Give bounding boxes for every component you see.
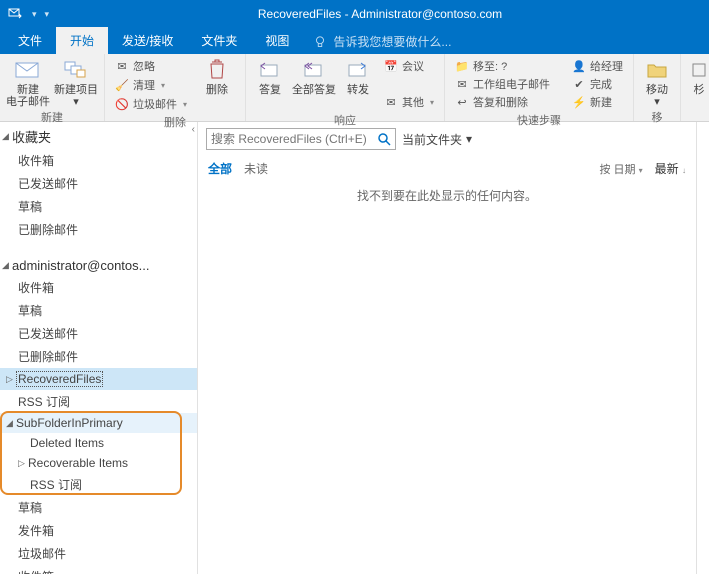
favorites-header[interactable]: ◢收藏夹 [0,124,197,149]
new-items-icon [62,58,90,82]
tag-button[interactable]: 杉 [687,56,709,96]
replyall-icon [300,58,328,82]
search-box[interactable] [206,128,396,150]
search-input[interactable] [211,132,377,146]
collapse-nav-icon[interactable]: ‹ [192,124,195,135]
ribbon-group-move: 移动▾ 移 [634,54,681,121]
tell-me[interactable]: 告诉我您想要做什么... [313,33,451,54]
lightbulb-icon [313,35,327,49]
replyall-button[interactable]: 全部答复 [292,56,336,96]
search-scope[interactable]: 当前文件夹▾ [402,131,472,148]
replydel-icon: ↩ [455,95,469,109]
delete-button[interactable]: 删除 [195,56,239,96]
ribbon-group-new: 新建 电子邮件 新建项目▾ 新建 [0,54,105,121]
new-email-button[interactable]: 新建 电子邮件 [6,56,50,108]
move-button[interactable]: 移动▾ [640,56,674,108]
acct-inbox2[interactable]: 收件箱 [0,565,197,574]
acct-deleted[interactable]: 已删除邮件 [0,345,197,368]
acct-inbox[interactable]: 收件箱 [0,276,197,299]
qs-replydel[interactable]: ↩答复和删除 [451,93,554,111]
reply-button[interactable]: 答复 [252,56,288,96]
ribbon-group-delete: ✉忽略 🧹清理▾ 🚫垃圾邮件▾ 删除 删除 [105,54,246,121]
chevron-down-icon: ▾ [466,132,472,146]
more-respond-button[interactable]: ✉其他▾ [380,93,438,111]
tab-file[interactable]: 文件 [4,27,56,54]
search-icon[interactable] [377,132,391,146]
ribbon-tabs: 文件 开始 发送/接收 文件夹 视图 告诉我您想要做什么... [0,28,709,54]
filter-unread[interactable]: 未读 [244,160,268,177]
ignore-button[interactable]: ✉忽略 [111,57,191,75]
ribbon: 新建 电子邮件 新建项目▾ 新建 ✉忽略 🧹清理▾ 🚫垃圾邮件▾ 删除 删除 [0,54,709,122]
new-items-button[interactable]: 新建项目▾ [54,56,98,108]
sub-recoverable[interactable]: ▷Recoverable Items [0,453,197,473]
junk-icon: 🚫 [115,97,129,111]
junk-button[interactable]: 🚫垃圾邮件▾ [111,95,191,113]
move-folder-icon [643,58,671,82]
moveto-icon: 📁 [455,59,469,73]
reply-icon [256,58,284,82]
qat-sendall-icon[interactable] [6,5,24,23]
delete-icon [203,58,231,82]
fav-drafts[interactable]: 草稿 [0,195,197,218]
tab-home[interactable]: 开始 [56,27,108,54]
acct-sent[interactable]: 已发送邮件 [0,322,197,345]
ribbon-group-tags: 杉 [681,54,709,121]
ribbon-group-quicksteps: 📁移至: ? 👤给经理 ✉工作组电子邮件 ✔完成 ↩答复和删除 ⚡新建 快速步骤 [445,54,634,121]
sort-by-label[interactable]: 按 日期 ▾ [600,161,643,177]
filter-bar: 全部 未读 按 日期 ▾ 最新 ↓ [198,156,696,181]
acct-drafts[interactable]: 草稿 [0,299,197,322]
undo-dropdown-icon[interactable]: ▾ [45,9,50,20]
acct-subfolder[interactable]: ◢SubFolderInPrimary [0,413,197,433]
fav-deleted[interactable]: 已删除邮件 [0,218,197,241]
more-icon: ✉ [384,95,398,109]
cleanup-icon: 🧹 [115,78,129,92]
qat-dropdown-icon[interactable]: ▾ [32,9,37,20]
acct-junk[interactable]: 垃圾邮件 [0,542,197,565]
message-list-pane: 当前文件夹▾ 全部 未读 按 日期 ▾ 最新 ↓ 找不到要在此处显示的任何内容。 [198,122,697,574]
forward-button[interactable]: 转发 [340,56,376,96]
qs-done[interactable]: ✔完成 [568,75,627,93]
fav-inbox[interactable]: 收件箱 [0,149,197,172]
workspace: ‹ ◢收藏夹 收件箱 已发送邮件 草稿 已删除邮件 ◢administrator… [0,122,709,574]
lightning-icon: ⚡ [572,95,586,109]
meeting-button[interactable]: 📅会议 [380,57,438,75]
search-bar: 当前文件夹▾ [198,122,696,156]
empty-message: 找不到要在此处显示的任何内容。 [198,181,696,210]
team-icon: ✉ [455,77,469,91]
done-icon: ✔ [572,77,586,91]
qs-create[interactable]: ⚡新建 [568,93,627,111]
sort-order[interactable]: 最新 ↓ [655,160,686,177]
forward-icon [344,58,372,82]
tag-icon [685,58,709,82]
qs-teamemail[interactable]: ✉工作组电子邮件 [451,75,554,93]
account-header[interactable]: ◢administrator@contos... [0,255,197,276]
window-title: RecoveredFiles - Administrator@contoso.c… [57,7,703,21]
acct-rss[interactable]: RSS 订阅 [0,390,197,413]
folder-pane[interactable]: ‹ ◢收藏夹 收件箱 已发送邮件 草稿 已删除邮件 ◢administrator… [0,122,198,574]
filter-all[interactable]: 全部 [208,160,232,177]
qs-manager[interactable]: 👤给经理 [568,57,627,75]
manager-icon: 👤 [572,59,586,73]
meeting-icon: 📅 [384,59,398,73]
tab-view[interactable]: 视图 [251,27,303,54]
tab-sendrecv[interactable]: 发送/接收 [108,27,187,54]
cleanup-button[interactable]: 🧹清理▾ [111,76,191,94]
fav-sent[interactable]: 已发送邮件 [0,172,197,195]
acct-drafts2[interactable]: 草稿 [0,496,197,519]
ignore-icon: ✉ [115,59,129,73]
acct-recovered[interactable]: ▷RecoveredFiles [0,368,197,390]
reading-pane [697,122,709,574]
sub-rss[interactable]: RSS 订阅 [0,473,197,496]
sub-deleted[interactable]: Deleted Items [0,433,197,453]
new-email-icon [14,58,42,82]
ribbon-group-respond: 答复 全部答复 转发 📅会议 ✉其他▾ 响应 [246,54,445,121]
tab-folder[interactable]: 文件夹 [187,27,251,54]
title-bar: ▾ ▾ RecoveredFiles - Administrator@conto… [0,0,709,28]
acct-outbox[interactable]: 发件箱 [0,519,197,542]
qs-moveto[interactable]: 📁移至: ? [451,57,554,75]
